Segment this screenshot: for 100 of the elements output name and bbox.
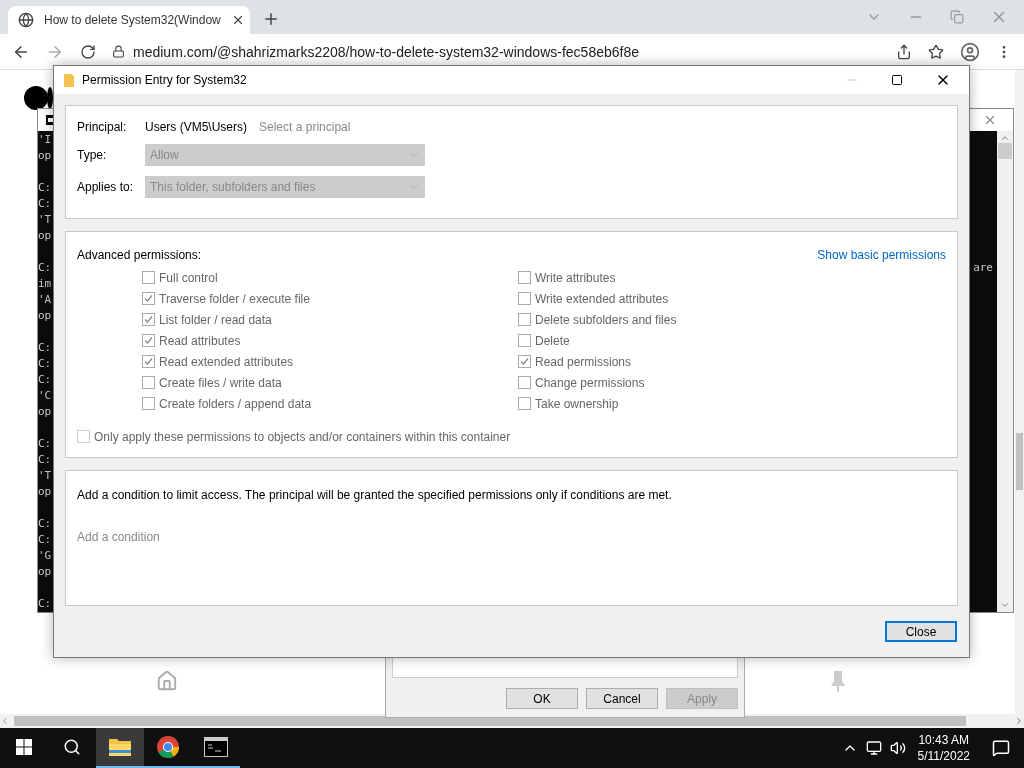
console-text: are bbox=[973, 260, 993, 276]
console-text: op bbox=[38, 404, 52, 420]
console-text: 'I bbox=[38, 132, 52, 148]
checkbox[interactable] bbox=[142, 292, 155, 306]
scroll-down-icon[interactable] bbox=[1000, 600, 1010, 610]
checkbox-label: Traverse folder / execute file bbox=[159, 291, 310, 306]
share-icon[interactable] bbox=[896, 43, 912, 60]
checkbox[interactable] bbox=[518, 292, 531, 306]
console-text: C: bbox=[38, 452, 52, 468]
scrollbar-thumb[interactable] bbox=[998, 143, 1012, 159]
principal-label: Principal: bbox=[77, 120, 128, 135]
lock-icon bbox=[112, 45, 125, 58]
console-text: C: bbox=[38, 340, 52, 356]
checkbox-label: Change permissions bbox=[535, 375, 645, 390]
checkbox[interactable] bbox=[518, 313, 531, 327]
logo-icon bbox=[23, 85, 53, 111]
scrollbar[interactable] bbox=[1015, 70, 1024, 714]
console-text: 'C bbox=[38, 388, 52, 404]
checkbox-label: Only apply these permissions to objects and/or containers within this container bbox=[94, 429, 511, 444]
notification-icon[interactable] bbox=[992, 739, 1010, 757]
checkbox[interactable] bbox=[518, 397, 531, 411]
checkbox[interactable] bbox=[77, 430, 90, 444]
checkbox-label: Create folders / append data bbox=[159, 396, 312, 411]
restore-icon[interactable] bbox=[950, 10, 964, 24]
new-tab-icon[interactable] bbox=[262, 10, 280, 28]
console-text: C: bbox=[38, 196, 52, 212]
condition-text: Add a condition to limit access. The principal will be granted the specified permissions only if conditions are met. bbox=[77, 487, 673, 503]
console-text: C: bbox=[38, 260, 52, 276]
checkbox-label: Read permissions bbox=[535, 354, 632, 369]
url-text[interactable]: medium.com/@shahrizmarks2208/how-to-delete-system32-windows-fec58eb6f8e bbox=[133, 43, 880, 60]
volume-icon[interactable] bbox=[889, 740, 906, 756]
checkbox-label: Read extended attributes bbox=[159, 354, 294, 369]
window-title: Permission Entry for System32 bbox=[82, 73, 248, 88]
checkbox-label: Take ownership bbox=[535, 396, 619, 411]
checkbox-label: Delete bbox=[535, 333, 570, 348]
checkbox[interactable] bbox=[142, 355, 155, 369]
console-text: 'G bbox=[38, 548, 52, 564]
tab-title: How to delete System32(Window bbox=[44, 13, 221, 27]
checkbox[interactable] bbox=[518, 271, 531, 285]
add-condition-link[interactable]: Add a condition bbox=[77, 502, 946, 545]
checkbox-label: Write extended attributes bbox=[535, 291, 669, 306]
console-text: 'T bbox=[38, 212, 52, 228]
dialog-button[interactable]: Cancel bbox=[586, 688, 658, 709]
console-text: op bbox=[38, 228, 52, 244]
checkbox[interactable] bbox=[518, 376, 531, 390]
clock-time[interactable]: 10:43 AM bbox=[918, 732, 970, 748]
checkbox[interactable] bbox=[142, 271, 155, 285]
select-principal-link[interactable]: Select a principal bbox=[259, 120, 351, 135]
console-text: C: bbox=[38, 180, 52, 196]
console-text: op bbox=[38, 484, 52, 500]
checkbox-label: Create files / write data bbox=[159, 375, 282, 390]
checkbox[interactable] bbox=[142, 397, 155, 411]
checkbox[interactable] bbox=[142, 376, 155, 390]
checkbox[interactable] bbox=[142, 313, 155, 327]
checkbox[interactable] bbox=[518, 334, 531, 348]
console-text: op bbox=[38, 148, 52, 164]
horizontal-scrollbar[interactable] bbox=[0, 714, 1024, 728]
scroll-right-icon[interactable] bbox=[1014, 716, 1024, 726]
console-text: 'A bbox=[38, 292, 52, 308]
field-label: Type: bbox=[77, 148, 108, 163]
reload-icon[interactable] bbox=[80, 43, 96, 60]
globe-icon bbox=[18, 12, 34, 28]
star-icon[interactable] bbox=[928, 43, 944, 60]
checkbox-label: Full control bbox=[159, 270, 218, 285]
terminal-icon bbox=[204, 737, 228, 757]
console-text: 'T bbox=[38, 468, 52, 484]
console-text: C: bbox=[38, 516, 52, 532]
show-basic-link[interactable]: Show basic permissions bbox=[817, 248, 946, 263]
principal-value: Users (VM5\Users) bbox=[145, 120, 247, 135]
console-text: C: bbox=[38, 356, 52, 372]
console-text: im bbox=[38, 276, 52, 292]
scrollbar-thumb[interactable] bbox=[1016, 433, 1023, 490]
checkbox-label: Read attributes bbox=[159, 333, 241, 348]
section-heading: Advanced permissions: bbox=[77, 248, 202, 263]
console-text: op bbox=[38, 308, 52, 324]
scroll-left-icon[interactable] bbox=[0, 716, 10, 726]
home-icon[interactable] bbox=[156, 670, 178, 692]
checkbox[interactable] bbox=[142, 334, 155, 348]
field-label: Applies to: bbox=[77, 180, 135, 195]
profile-icon[interactable] bbox=[960, 41, 980, 62]
console-scrollbar[interactable] bbox=[997, 131, 1013, 612]
checkbox[interactable] bbox=[518, 355, 531, 369]
network-icon[interactable] bbox=[865, 740, 882, 756]
dialog-button[interactable]: OK bbox=[506, 688, 578, 709]
close-button[interactable]: Close bbox=[885, 621, 957, 643]
taskbar-app[interactable] bbox=[96, 728, 144, 768]
console-text: C: bbox=[38, 596, 52, 612]
chrome-icon bbox=[156, 735, 180, 759]
folder-icon bbox=[108, 737, 132, 757]
browser-tab[interactable]: How to delete System32(Window bbox=[8, 6, 250, 34]
console-text: op bbox=[38, 564, 52, 580]
checkbox-label: Delete subfolders and files bbox=[535, 312, 677, 327]
console-text: C: bbox=[38, 532, 52, 548]
pin-icon[interactable] bbox=[828, 670, 848, 692]
console-text: C: bbox=[38, 436, 52, 452]
maximize-icon[interactable] bbox=[891, 74, 903, 87]
scrollbar-thumb[interactable] bbox=[14, 716, 966, 726]
scroll-up-icon[interactable] bbox=[1000, 133, 1010, 143]
folder-icon bbox=[64, 73, 74, 88]
clock-date[interactable]: 5/11/2022 bbox=[917, 748, 970, 764]
